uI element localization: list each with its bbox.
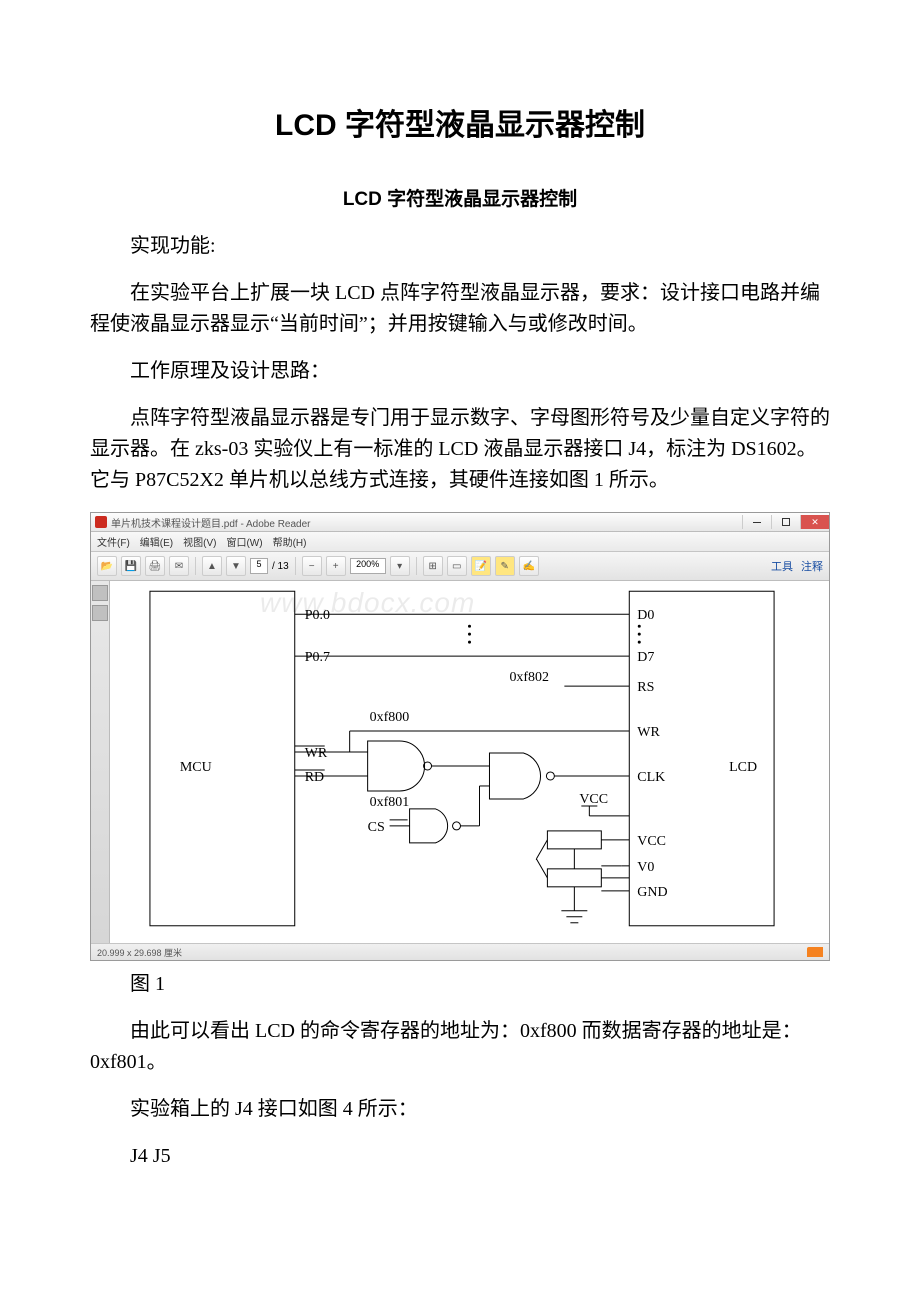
sidebar-thumb-icon[interactable]: [92, 585, 108, 601]
adobe-titlebar: 单片机技术课程设计题目.pdf - Adobe Reader: [91, 513, 829, 532]
document-sub-title: LCD 字符型液晶显示器控制: [90, 184, 830, 211]
toolbar-divider: [295, 557, 296, 575]
label-vcc-rail: VCC: [579, 792, 608, 807]
circuit-svg: MCU LCD P0.0 D0 P0.7 D: [110, 581, 829, 943]
toolbar-comments-link[interactable]: 注释: [801, 558, 823, 574]
toolbar-divider: [195, 557, 196, 575]
label-gnd: GND: [637, 885, 667, 900]
adobe-title-text: 单片机技术课程设计题目.pdf - Adobe Reader: [111, 515, 311, 530]
toolbar-mail-icon[interactable]: [169, 556, 189, 576]
toolbar-tool-icon[interactable]: ⊞: [423, 556, 443, 576]
adobe-toolbar: 📂 ▲ ▼ 5 / 13 − + 200% ▾ ⊞ ▭: [91, 552, 829, 581]
document-main-title: LCD 字符型液晶显示器控制: [90, 100, 830, 144]
label-mcu: MCU: [180, 760, 212, 775]
menu-window[interactable]: 窗口(W): [226, 534, 262, 549]
menu-help[interactable]: 帮助(H): [273, 534, 307, 549]
paragraph-j4-j5: J4 J5: [90, 1141, 830, 1172]
adobe-status-text: 20.999 x 29.698 厘米: [97, 946, 182, 959]
adobe-menubar: 文件(F) 编辑(E) 视图(V) 窗口(W) 帮助(H): [91, 532, 829, 552]
paragraph-principle-heading: 工作原理及设计思路：: [90, 356, 830, 387]
menu-edit[interactable]: 编辑(E): [140, 534, 173, 549]
label-rd: RD: [305, 770, 324, 785]
label-d0: D0: [637, 608, 654, 623]
paragraph-function-body: 在实验平台上扩展一块 LCD 点阵字符型液晶显示器，要求：设计接口电路并编程使液…: [90, 278, 830, 340]
label-v0: V0: [637, 860, 654, 875]
window-close-button[interactable]: [800, 515, 829, 529]
toolbar-page-input[interactable]: 5: [250, 558, 268, 574]
toolbar-tools-link[interactable]: 工具: [771, 558, 793, 574]
paragraph-address-info: 由此可以看出 LCD 的命令寄存器的地址为：0xf800 而数据寄存器的地址是：…: [90, 1016, 830, 1078]
paragraph-j4-intro: 实验箱上的 J4 接口如图 4 所示：: [90, 1094, 830, 1125]
toolbar-zoom-dropdown-icon[interactable]: ▾: [390, 556, 410, 576]
paragraph-principle-body: 点阵字符型液晶显示器是专门用于显示数字、字母图形符号及少量自定义字符的显示器。在…: [90, 403, 830, 496]
adobe-sidebar: [91, 581, 110, 943]
label-wr-right: WR: [637, 725, 660, 740]
adobe-reader-window: 单片机技术课程设计题目.pdf - Adobe Reader 文件(F) 编辑(…: [90, 512, 830, 961]
toolbar-zoom-out-icon[interactable]: −: [302, 556, 322, 576]
label-d7: D7: [637, 650, 654, 665]
toolbar-note-icon[interactable]: 📝: [471, 556, 491, 576]
window-maximize-button[interactable]: [771, 515, 800, 529]
label-0xf802: 0xf802: [509, 670, 549, 685]
figure-caption: 图 1: [90, 969, 830, 1000]
toolbar-next-page-icon[interactable]: ▼: [226, 556, 246, 576]
toolbar-divider: [416, 557, 417, 575]
menu-view[interactable]: 视图(V): [183, 534, 216, 549]
toolbar-save-icon[interactable]: [121, 556, 141, 576]
toolbar-zoom-input[interactable]: 200%: [350, 558, 386, 574]
adobe-app-icon: [95, 516, 107, 528]
menu-file[interactable]: 文件(F): [97, 534, 130, 549]
adobe-statusbar: 20.999 x 29.698 厘米: [91, 943, 829, 960]
paragraph-function-heading: 实现功能:: [90, 231, 830, 262]
toolbar-open-icon[interactable]: 📂: [97, 556, 117, 576]
label-0xf801: 0xf801: [370, 795, 410, 810]
sidebar-bookmark-icon[interactable]: [92, 605, 108, 621]
toolbar-page-total: / 13: [272, 561, 289, 572]
toolbar-print-icon[interactable]: [145, 556, 165, 576]
label-lcd: LCD: [729, 760, 757, 775]
toolbar-prev-page-icon[interactable]: ▲: [202, 556, 222, 576]
circuit-diagram: www.bdocx.com MCU LCD P0.0 D0: [110, 581, 829, 943]
label-rs: RS: [637, 680, 654, 695]
label-cs: CS: [368, 820, 385, 835]
label-clk: CLK: [637, 770, 665, 785]
figure-1-container: 单片机技术课程设计题目.pdf - Adobe Reader 文件(F) 编辑(…: [90, 512, 830, 961]
adobe-content-area: www.bdocx.com MCU LCD P0.0 D0: [91, 581, 829, 943]
toolbar-zoom-in-icon[interactable]: +: [326, 556, 346, 576]
label-vcc: VCC: [637, 834, 666, 849]
adobe-resize-corner-icon[interactable]: [807, 947, 823, 957]
window-minimize-button[interactable]: [742, 515, 771, 529]
toolbar-tool-icon[interactable]: ▭: [447, 556, 467, 576]
label-wr-left: WR: [305, 746, 328, 761]
toolbar-highlight-icon[interactable]: ✎: [495, 556, 515, 576]
label-p00: P0.0: [305, 608, 330, 623]
label-p07: P0.7: [305, 650, 330, 665]
label-0xf800: 0xf800: [370, 710, 410, 725]
toolbar-sign-icon[interactable]: ✍: [519, 556, 539, 576]
